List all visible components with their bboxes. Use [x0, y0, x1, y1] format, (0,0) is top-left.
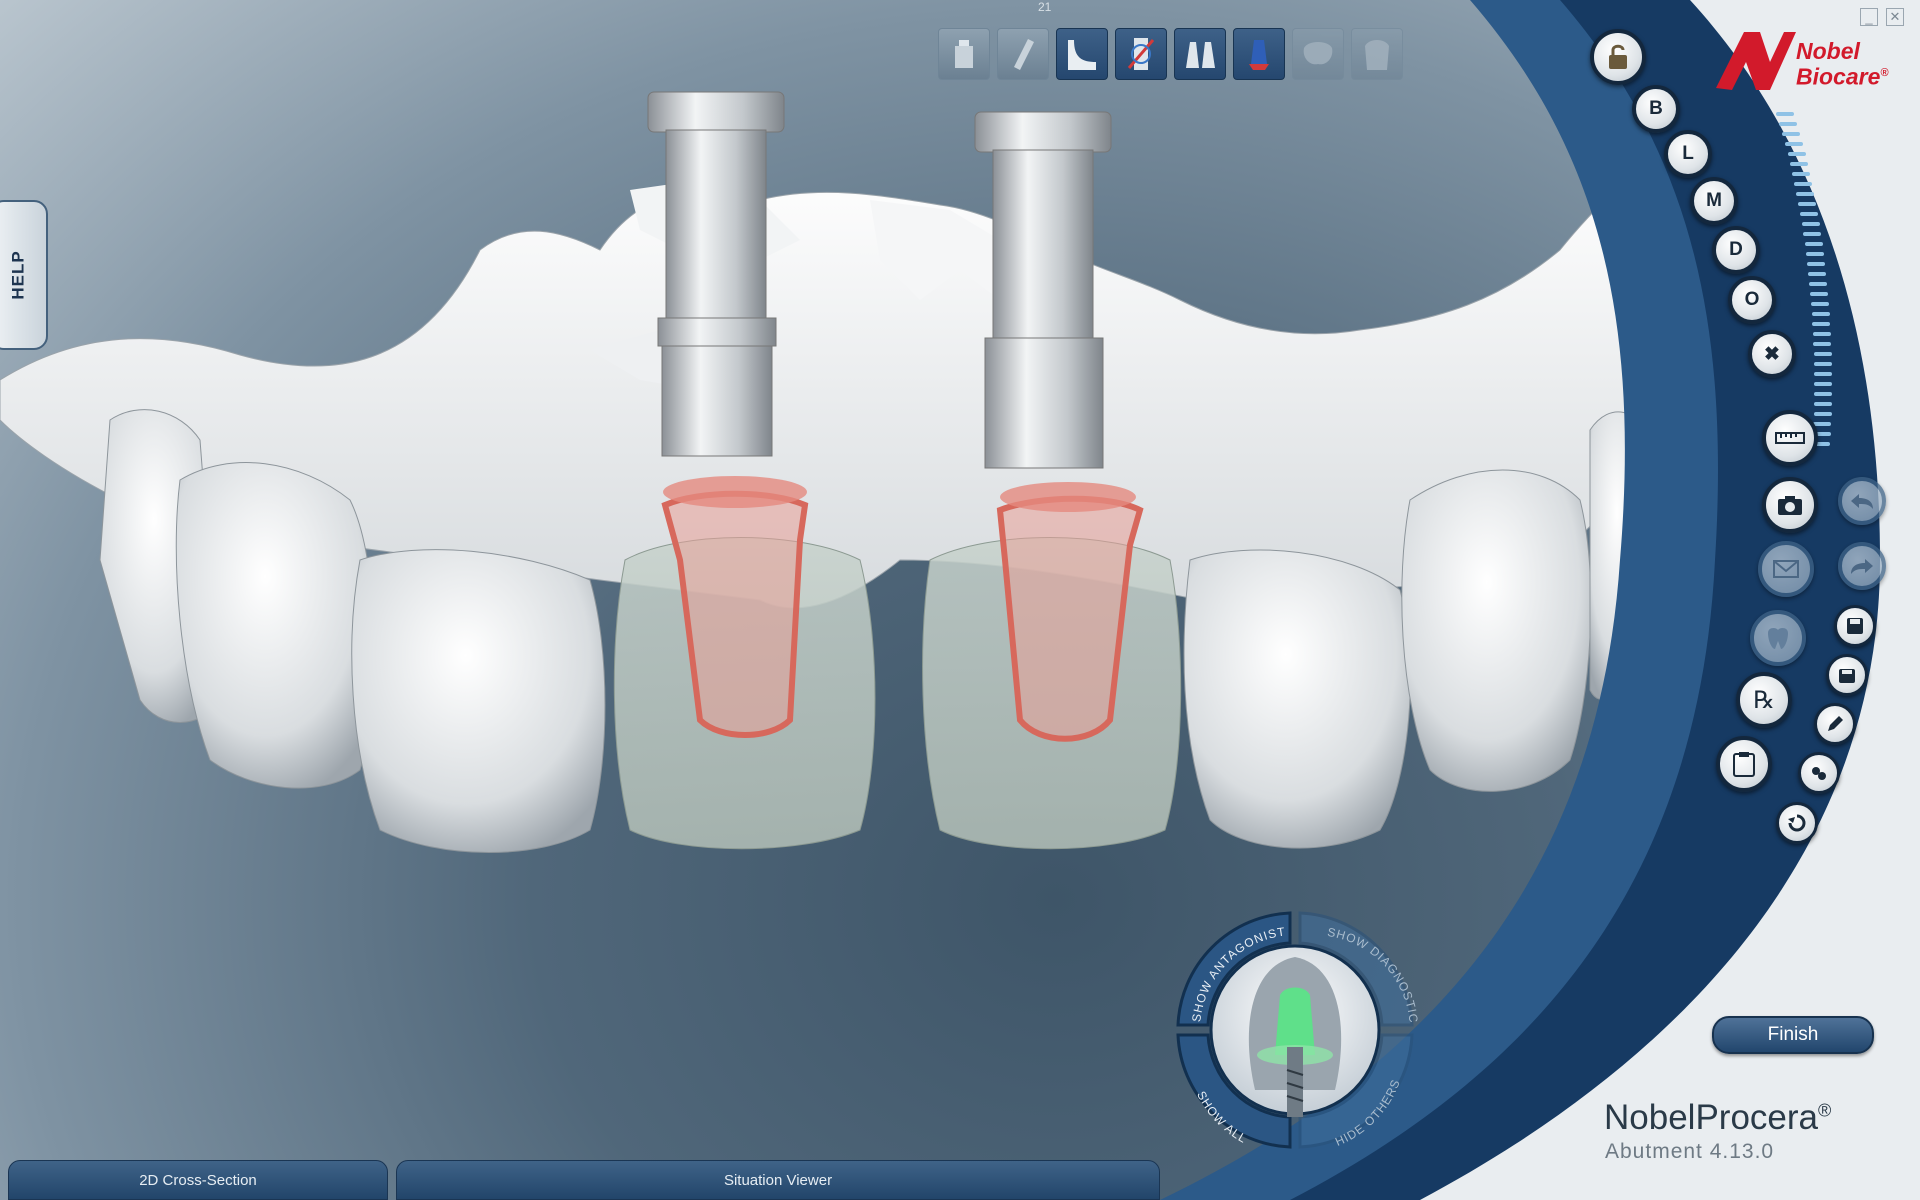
- view-mesial-button[interactable]: M: [1690, 177, 1738, 225]
- tool-screw-channel[interactable]: [997, 28, 1049, 80]
- envelope-icon: [1773, 560, 1799, 578]
- crown-icon: [1303, 42, 1333, 65]
- view-buccal-button[interactable]: B: [1632, 85, 1680, 133]
- undo-arrow-icon: [1851, 494, 1873, 509]
- abutment-pair-icon: [1186, 42, 1215, 68]
- implant-icon: [955, 40, 973, 68]
- design-toolbar: [938, 28, 1403, 80]
- view-distal-button[interactable]: D: [1712, 226, 1760, 274]
- scan-post-right: [974, 111, 1112, 469]
- padlock-open-icon: [1609, 44, 1627, 69]
- floppy-disk-multiple-icon: [1839, 669, 1855, 683]
- emergence-profile-icon: [1127, 38, 1155, 70]
- product-name: NobelProcera®: [1604, 1098, 1832, 1137]
- tool-implant[interactable]: [938, 28, 990, 80]
- scan-post-left: [647, 91, 785, 457]
- abutment-collar-right: [1000, 482, 1136, 512]
- tooth-icon: [1768, 628, 1788, 649]
- undo-button[interactable]: [1838, 477, 1886, 525]
- redo-button[interactable]: [1838, 542, 1886, 590]
- tool-coping[interactable]: [1351, 28, 1403, 80]
- email-3d-button[interactable]: [1758, 541, 1814, 597]
- coping-icon: [1365, 40, 1389, 70]
- camera-icon: [1778, 496, 1802, 515]
- product-version: Abutment 4.13.0: [1605, 1140, 1775, 1163]
- tooth-number-label: 21: [1038, 0, 1052, 14]
- tool-abutment-shape[interactable]: [1233, 28, 1285, 80]
- order-form-button[interactable]: [1716, 736, 1772, 792]
- measure-button[interactable]: [1762, 410, 1818, 466]
- finish-button[interactable]: Finish: [1712, 1016, 1874, 1054]
- abutment-shape-icon: [1249, 40, 1269, 70]
- 3d-viewport[interactable]: 21 HELP: [0, 0, 1920, 1200]
- tab-2d-cross-section[interactable]: 2D Cross-Section: [8, 1160, 388, 1200]
- tool-margin-line[interactable]: [1056, 28, 1108, 80]
- tab-situation-viewer[interactable]: Situation Viewer: [396, 1160, 1160, 1200]
- rotate-icon: [1788, 814, 1806, 832]
- tooth-left-lateral: [351, 549, 606, 853]
- tool-emergence-profile[interactable]: [1115, 28, 1167, 80]
- tooth-right-outer: [1589, 411, 1651, 700]
- points-tool-button[interactable]: [1798, 752, 1840, 794]
- reset-view-button[interactable]: ✖: [1748, 330, 1796, 378]
- floppy-disk-icon: [1847, 618, 1863, 634]
- view-lingual-button[interactable]: L: [1664, 130, 1712, 178]
- clipboard-icon: [1733, 752, 1755, 777]
- lock-button[interactable]: [1590, 29, 1646, 85]
- tooth-left-canine: [175, 462, 375, 789]
- ruler-icon: [1775, 432, 1805, 444]
- tooth-right-canine: [1401, 469, 1592, 792]
- save-button[interactable]: [1834, 605, 1876, 647]
- tool-abutment-pair[interactable]: [1174, 28, 1226, 80]
- logo-line1: Nobel: [1796, 38, 1860, 64]
- pencil-icon: [1828, 716, 1843, 731]
- screenshot-button[interactable]: [1762, 477, 1818, 533]
- tool-crown[interactable]: [1292, 28, 1344, 80]
- redo-arrow-icon: [1851, 559, 1873, 574]
- tooth-right-lateral: [1183, 549, 1411, 849]
- cross-arrows-icon: ✖: [1764, 343, 1780, 365]
- dots-icon: [1812, 767, 1826, 780]
- margin-line-icon: [1068, 40, 1096, 70]
- rotate-view-button[interactable]: [1776, 802, 1818, 844]
- tooth-library-button[interactable]: [1750, 610, 1806, 666]
- dental-model-scene[interactable]: [0, 0, 1920, 1200]
- help-tab[interactable]: HELP: [0, 200, 48, 350]
- visibility-dial[interactable]: SHOW ANTAGONIST SHOW DIAGNOSTIC SHOW ALL…: [1160, 895, 1430, 1165]
- screw-channel-icon: [1014, 39, 1034, 70]
- logo-line2: Biocare®: [1796, 63, 1889, 90]
- prescription-button[interactable]: ℞: [1736, 672, 1792, 728]
- rx-icon: ℞: [1753, 687, 1775, 714]
- save-as-button[interactable]: [1826, 654, 1868, 696]
- pencil-tool-button[interactable]: [1814, 703, 1856, 745]
- view-occlusal-button[interactable]: O: [1728, 276, 1776, 324]
- abutment-collar-left: [663, 476, 807, 508]
